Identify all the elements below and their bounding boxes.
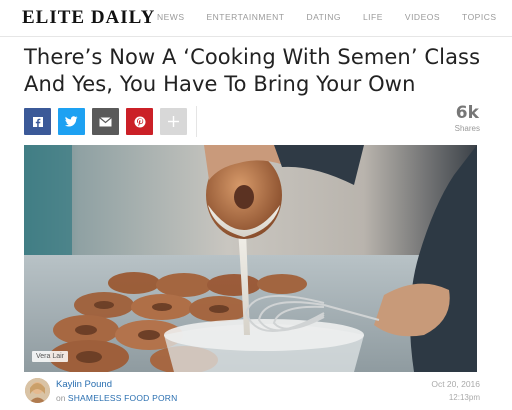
twitter-share-button[interactable]: [58, 108, 85, 135]
share-count: 6k Shares: [455, 103, 480, 133]
pinterest-share-button[interactable]: [126, 108, 153, 135]
nav-item-dating[interactable]: DATING: [306, 12, 340, 22]
channel-link[interactable]: SHAMELESS FOOD PORN: [68, 393, 178, 403]
main-nav: NEWS ENTERTAINMENT DATING LIFE VIDEOS TO…: [157, 12, 512, 22]
email-icon: [99, 116, 112, 126]
facebook-icon: [32, 116, 43, 127]
nav-item-videos[interactable]: VIDEOS: [405, 12, 440, 22]
hero-image[interactable]: Vera Lair: [24, 145, 477, 372]
avatar-photo: [25, 378, 50, 403]
hero-photo: [24, 145, 477, 372]
nav-item-topics[interactable]: TOPICS: [462, 12, 497, 22]
article-headline: There’s Now A ‘Cooking With Semen’ Class…: [24, 45, 481, 96]
nav-item-news[interactable]: NEWS: [157, 12, 185, 22]
nav-item-life[interactable]: LIFE: [363, 12, 383, 22]
channel-prefix: on: [56, 393, 66, 403]
share-divider: [196, 106, 197, 137]
facebook-share-button[interactable]: [24, 108, 51, 135]
top-navigation-bar: ELITE DAILY NEWS ENTERTAINMENT DATING LI…: [0, 0, 512, 37]
publish-date: Oct 20, 2016: [431, 379, 480, 389]
share-count-label: Shares: [454, 124, 480, 133]
twitter-icon: [65, 116, 78, 127]
image-credit: Vera Lair: [32, 351, 69, 362]
share-buttons: [24, 108, 194, 135]
nav-item-entertainment[interactable]: ENTERTAINMENT: [207, 12, 285, 22]
author-avatar[interactable]: [25, 378, 50, 403]
author-name[interactable]: Kaylin Pound: [56, 379, 112, 390]
publish-time: 12:13pm: [448, 393, 480, 402]
article-channel: on SHAMELESS FOOD PORN: [56, 393, 177, 403]
site-logo[interactable]: ELITE DAILY: [22, 7, 155, 29]
more-share-button[interactable]: [160, 108, 187, 135]
pinterest-icon: [134, 116, 145, 127]
share-count-number: 6k: [455, 103, 479, 123]
email-share-button[interactable]: [92, 108, 119, 135]
plus-icon: [168, 116, 179, 127]
article-page: ELITE DAILY NEWS ENTERTAINMENT DATING LI…: [0, 0, 512, 410]
